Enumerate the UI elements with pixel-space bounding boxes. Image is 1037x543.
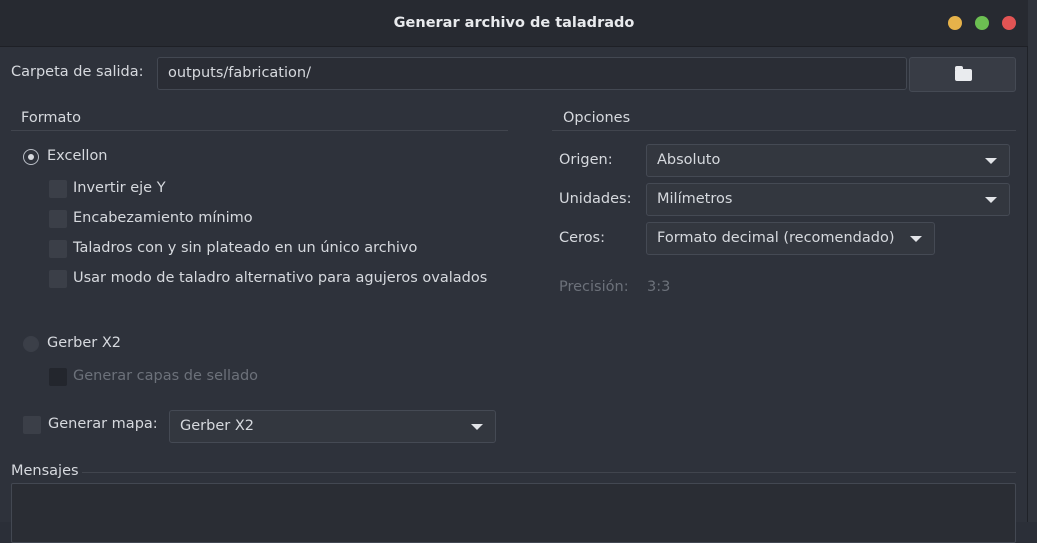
invert-y-label[interactable]: Invertir eje Y bbox=[73, 180, 166, 196]
excellon-label[interactable]: Excellon bbox=[47, 148, 108, 164]
precision-label: Precisión: bbox=[559, 279, 629, 295]
dialog-title: Generar archivo de taladrado bbox=[393, 15, 635, 31]
gerber-x2-radio[interactable] bbox=[23, 336, 39, 352]
origin-label: Origen: bbox=[559, 152, 613, 168]
output-folder-label: Carpeta de salida: bbox=[11, 64, 144, 80]
browse-folder-button[interactable] bbox=[909, 57, 1016, 92]
format-group-divider bbox=[11, 130, 508, 131]
map-format-dropdown[interactable]: Gerber X2 bbox=[169, 410, 496, 443]
generate-seal-layers-label: Generar capas de sellado bbox=[73, 368, 259, 384]
chevron-down-icon bbox=[985, 196, 997, 203]
minimize-button[interactable] bbox=[948, 16, 962, 30]
gerber-x2-label[interactable]: Gerber X2 bbox=[47, 335, 121, 351]
minimal-header-checkbox[interactable] bbox=[49, 210, 67, 228]
output-folder-input[interactable]: outputs/fabrication/ bbox=[157, 57, 907, 90]
alt-oval-drill-label[interactable]: Usar modo de taladro alternativo para ag… bbox=[73, 270, 487, 286]
minimal-header-label[interactable]: Encabezamiento mínimo bbox=[73, 210, 253, 226]
precision-value: 3:3 bbox=[647, 279, 671, 295]
zeros-value: Formato decimal (recomendado) bbox=[657, 230, 895, 246]
invert-y-checkbox[interactable] bbox=[49, 180, 67, 198]
chevron-down-icon bbox=[985, 157, 997, 164]
messages-panel[interactable] bbox=[11, 483, 1016, 543]
options-group-title: Opciones bbox=[563, 110, 631, 126]
close-button[interactable] bbox=[1002, 16, 1016, 30]
units-dropdown[interactable]: Milímetros bbox=[646, 183, 1010, 216]
zeros-dropdown[interactable]: Formato decimal (recomendado) bbox=[646, 222, 935, 255]
chevron-down-icon bbox=[471, 423, 483, 430]
drill-file-dialog: Generar archivo de taladrado Carpeta de … bbox=[0, 0, 1028, 543]
messages-divider bbox=[82, 472, 1016, 473]
title-bar[interactable]: Generar archivo de taladrado bbox=[0, 0, 1028, 47]
units-label: Unidades: bbox=[559, 191, 632, 207]
format-group-title: Formato bbox=[21, 110, 81, 126]
folder-icon bbox=[955, 66, 972, 81]
generate-map-label[interactable]: Generar mapa: bbox=[48, 416, 158, 432]
alt-oval-drill-checkbox[interactable] bbox=[49, 270, 67, 288]
excellon-radio[interactable] bbox=[23, 149, 39, 165]
generate-map-checkbox[interactable] bbox=[23, 416, 41, 434]
zeros-label: Ceros: bbox=[559, 230, 605, 246]
merge-pth-npth-checkbox[interactable] bbox=[49, 240, 67, 258]
chevron-down-icon bbox=[910, 235, 922, 242]
origin-value: Absoluto bbox=[657, 152, 721, 168]
options-group-divider bbox=[552, 130, 1016, 131]
units-value: Milímetros bbox=[657, 191, 733, 207]
merge-pth-npth-label[interactable]: Taladros con y sin plateado en un único … bbox=[73, 240, 417, 256]
map-format-value: Gerber X2 bbox=[180, 418, 254, 434]
messages-title: Mensajes bbox=[11, 463, 79, 479]
origin-dropdown[interactable]: Absoluto bbox=[646, 144, 1010, 177]
maximize-button[interactable] bbox=[975, 16, 989, 30]
generate-seal-layers-checkbox bbox=[49, 368, 67, 386]
